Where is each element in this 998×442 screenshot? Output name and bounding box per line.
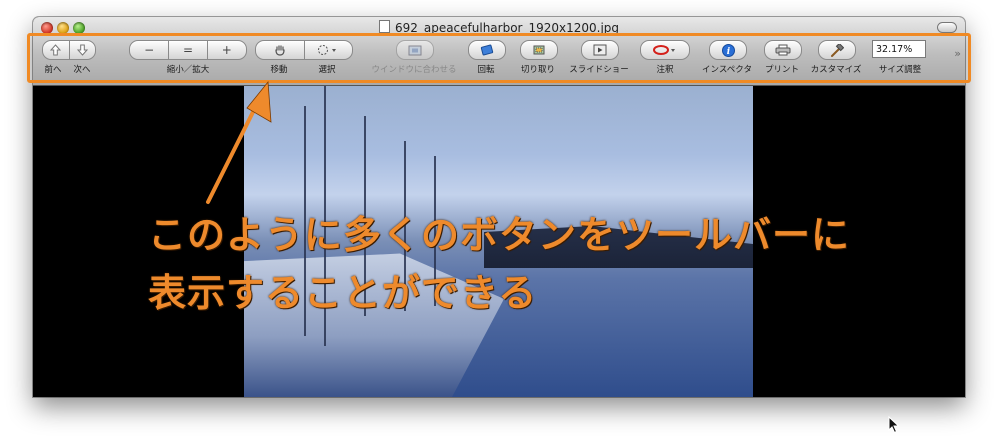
toolbar-toggle-button[interactable] [937,22,957,33]
mouse-pointer-icon [888,416,900,434]
annotation-line-2: 表示することができる [148,271,538,315]
document-icon [378,20,390,33]
annotation-line-1: このように多くのボタンをツールバーに [148,213,851,257]
toolbar-highlight-box [27,33,971,83]
